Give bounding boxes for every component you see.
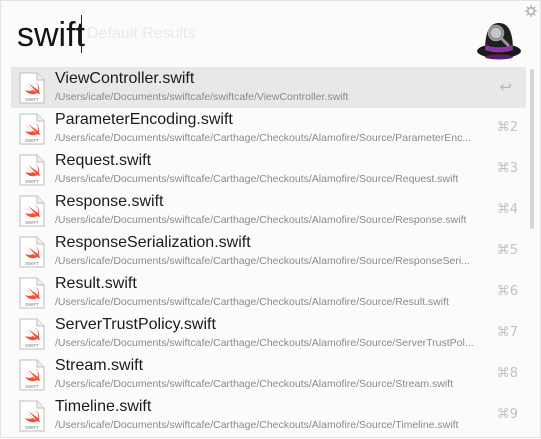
result-title: Result.swift — [55, 275, 137, 292]
search-bar: Default Results — [1, 1, 541, 67]
swift-file-icon: SWIFT — [19, 113, 45, 145]
result-path: /Users/icafe/Documents/swiftcafe/Carthag… — [55, 214, 467, 226]
result-row[interactable]: SWIFT ParameterEncoding.swift /Users/ica… — [11, 108, 526, 149]
gear-icon[interactable] — [525, 5, 537, 17]
swift-file-icon: SWIFT — [19, 277, 45, 309]
result-shortcut: ⌘8 — [496, 366, 518, 381]
result-row[interactable]: SWIFT Timeline.swift /Users/icafe/Docume… — [11, 395, 526, 436]
file-type-label: SWIFT — [25, 302, 39, 307]
result-row[interactable]: SWIFT Request.swift /Users/icafe/Documen… — [11, 149, 526, 190]
swift-file-icon: SWIFT — [19, 400, 45, 432]
result-path: /Users/icafe/Documents/swiftcafe/Carthag… — [55, 255, 470, 267]
file-type-label: SWIFT — [25, 425, 39, 430]
file-type-label: SWIFT — [25, 97, 39, 102]
swift-file-icon: SWIFT — [19, 195, 45, 227]
results-list: SWIFT ViewController.swift /Users/icafe/… — [11, 67, 526, 439]
result-title: ServerTrustPolicy.swift — [55, 316, 216, 333]
result-shortcut: ⌘4 — [496, 202, 518, 217]
result-title: ResponseSerialization.swift — [55, 234, 251, 251]
result-shortcut: ⌘9 — [496, 407, 518, 422]
file-type-label: SWIFT — [25, 220, 39, 225]
result-shortcut: ⌘6 — [496, 284, 518, 299]
result-path: /Users/icafe/Documents/swiftcafe/Carthag… — [55, 296, 449, 308]
alfred-hat-icon[interactable] — [475, 11, 523, 61]
scrollbar[interactable] — [530, 69, 534, 229]
result-path: /Users/icafe/Documents/swiftcafe/Carthag… — [55, 132, 472, 144]
result-path: /Users/icafe/Documents/swiftcafe/Carthag… — [55, 378, 453, 390]
result-path: /Users/icafe/Documents/swiftcafe/Carthag… — [55, 419, 459, 431]
file-type-label: SWIFT — [25, 138, 39, 143]
result-shortcut: ⌘2 — [496, 120, 518, 135]
text-caret — [81, 15, 82, 53]
result-shortcut: ⌘3 — [496, 161, 518, 176]
result-shortcut: ⌘7 — [496, 325, 518, 340]
return-key-icon: ↩ — [499, 78, 512, 96]
result-title: ViewController.swift — [55, 70, 195, 87]
swift-file-icon: SWIFT — [19, 318, 45, 350]
result-path: /Users/icafe/Documents/swiftcafe/Carthag… — [55, 337, 474, 349]
result-path: /Users/icafe/Documents/swiftcafe/swiftca… — [55, 91, 349, 103]
swift-file-icon: SWIFT — [19, 236, 45, 268]
result-row[interactable]: SWIFT ViewController.swift /Users/icafe/… — [11, 67, 526, 108]
result-row[interactable]: SWIFT Stream.swift /Users/icafe/Document… — [11, 354, 526, 395]
result-row[interactable]: SWIFT Response.swift /Users/icafe/Docume… — [11, 190, 526, 231]
result-title: Request.swift — [55, 152, 152, 169]
result-title: Response.swift — [55, 193, 164, 210]
result-path: /Users/icafe/Documents/swiftcafe/Carthag… — [55, 173, 459, 185]
result-title: Timeline.swift — [55, 398, 152, 415]
result-title: ParameterEncoding.swift — [55, 111, 233, 128]
result-row[interactable]: SWIFT ServerTrustPolicy.swift /Users/ica… — [11, 313, 526, 354]
swift-file-icon: SWIFT — [19, 72, 45, 104]
file-type-label: SWIFT — [25, 261, 39, 266]
launcher-window: Default Results swift SWIFT ViewControll… — [0, 0, 541, 438]
result-row[interactable]: SWIFT Result.swift /Users/icafe/Document… — [11, 272, 526, 313]
file-type-label: SWIFT — [25, 179, 39, 184]
result-shortcut: ⌘5 — [496, 243, 518, 258]
swift-file-icon: SWIFT — [19, 154, 45, 186]
file-type-label: SWIFT — [25, 384, 39, 389]
result-title: Stream.swift — [55, 357, 144, 374]
result-row[interactable]: SWIFT ResponseSerialization.swift /Users… — [11, 231, 526, 272]
file-type-label: SWIFT — [25, 343, 39, 348]
swift-file-icon: SWIFT — [19, 359, 45, 391]
